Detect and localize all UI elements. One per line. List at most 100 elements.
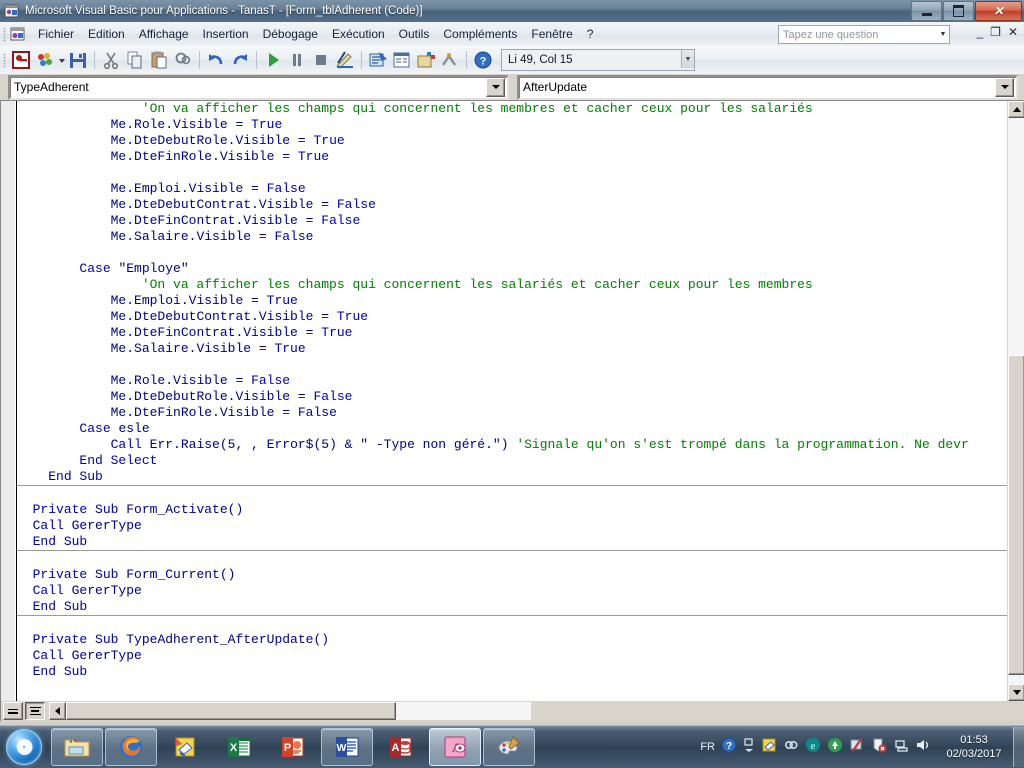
object-selector[interactable]: TypeAdherent bbox=[8, 74, 509, 100]
code-line: 'On va afficher les champs qui concernen… bbox=[141, 101, 813, 116]
vertical-scrollbar[interactable] bbox=[1007, 101, 1024, 701]
antivirus-tray-icon[interactable] bbox=[849, 737, 865, 758]
close-button[interactable]: ✕ bbox=[975, 1, 1022, 21]
taskbar-access-vba[interactable]: A bbox=[429, 728, 481, 766]
taskbar-notes[interactable] bbox=[159, 728, 211, 766]
menu-fenetre[interactable]: Fenêtre bbox=[524, 24, 579, 44]
taskbar-excel[interactable]: X bbox=[213, 728, 265, 766]
menu-execution[interactable]: Exécution bbox=[325, 24, 392, 44]
toolbox-icon[interactable] bbox=[439, 49, 461, 71]
taskbar: X P W A FR ? e 01:53 02/03/2017 bbox=[0, 725, 1024, 768]
notes-tray-icon[interactable] bbox=[761, 737, 777, 758]
show-hidden-icons-chevron[interactable] bbox=[743, 737, 755, 758]
edge-tray-icon[interactable]: e bbox=[805, 737, 821, 758]
code-line: 'On va afficher les champs qui concernen… bbox=[141, 277, 813, 292]
minimize-button[interactable] bbox=[911, 1, 942, 21]
taskbar-powerpoint[interactable]: P bbox=[267, 728, 319, 766]
code-line: Private Sub Form_Current() bbox=[32, 567, 236, 582]
svg-text:e: e bbox=[811, 741, 816, 752]
chevron-down-icon[interactable] bbox=[995, 77, 1014, 97]
view-access-icon[interactable] bbox=[10, 49, 32, 71]
redo-icon[interactable] bbox=[229, 49, 251, 71]
action-center-icon[interactable] bbox=[871, 737, 887, 758]
code-line: Call GererType bbox=[32, 518, 142, 533]
menu-edition[interactable]: Edition bbox=[81, 24, 132, 44]
menu-affichage[interactable]: Affichage bbox=[132, 24, 196, 44]
network-icon[interactable] bbox=[893, 737, 909, 758]
taskbar-access[interactable]: A bbox=[375, 728, 427, 766]
design-mode-icon[interactable] bbox=[334, 49, 356, 71]
updater-tray-icon[interactable] bbox=[827, 737, 843, 758]
show-desktop-button[interactable] bbox=[1013, 727, 1024, 767]
code-line: Me.DteDebutRole.Visible = False bbox=[110, 389, 353, 404]
link-tray-icon[interactable] bbox=[783, 737, 799, 758]
scroll-up-button[interactable] bbox=[1008, 101, 1024, 118]
properties-window-icon[interactable] bbox=[391, 49, 413, 71]
menu-debogage-label: Débogage bbox=[262, 27, 318, 41]
break-icon[interactable] bbox=[286, 49, 308, 71]
menu-affichage-label: Affichage bbox=[138, 27, 189, 41]
help-icon[interactable]: ? bbox=[472, 49, 494, 71]
menu-aide[interactable]: ? bbox=[580, 24, 601, 44]
help-tray-icon[interactable]: ? bbox=[721, 737, 737, 758]
chevron-down-icon[interactable]: ▼ bbox=[937, 27, 949, 42]
margin-indicator-bar[interactable] bbox=[1, 101, 15, 701]
taskbar-clock[interactable]: 01:53 02/03/2017 bbox=[935, 733, 1013, 761]
insert-object-icon[interactable] bbox=[34, 49, 56, 71]
save-icon[interactable] bbox=[67, 49, 89, 71]
run-icon[interactable] bbox=[262, 49, 284, 71]
find-icon[interactable] bbox=[172, 49, 194, 71]
procedure-view-button[interactable] bbox=[3, 702, 23, 720]
paste-icon[interactable] bbox=[148, 49, 170, 71]
procedure-selector[interactable]: AfterUpdate bbox=[517, 74, 1018, 100]
start-button[interactable] bbox=[1, 727, 47, 767]
standard-toolbar: ? Li 49, Col 15 ▼ bbox=[0, 46, 1024, 75]
language-indicator[interactable]: FR bbox=[700, 741, 715, 753]
menu-insertion-label: Insertion bbox=[202, 27, 249, 41]
menu-drag-grip[interactable] bbox=[3, 26, 6, 42]
undo-icon[interactable] bbox=[205, 49, 227, 71]
menu-insertion[interactable]: Insertion bbox=[196, 24, 256, 44]
mdi-restore-button[interactable]: ❐ bbox=[990, 26, 1001, 38]
scroll-left-button[interactable] bbox=[49, 702, 66, 720]
menu-complements[interactable]: Compléments bbox=[436, 24, 524, 44]
vba-project-icon[interactable] bbox=[9, 25, 27, 43]
volume-icon[interactable] bbox=[915, 737, 931, 758]
scroll-down-button[interactable] bbox=[1008, 684, 1024, 701]
maximize-button[interactable] bbox=[943, 1, 974, 21]
taskbar-paint[interactable] bbox=[483, 728, 535, 766]
reset-icon[interactable] bbox=[310, 49, 332, 71]
toolbar-drag-grip[interactable] bbox=[3, 52, 6, 68]
vertical-scroll-thumb[interactable] bbox=[1008, 355, 1024, 675]
horizontal-scroll-thumb[interactable] bbox=[66, 702, 396, 720]
project-explorer-icon[interactable] bbox=[367, 49, 389, 71]
menu-debogage[interactable]: Débogage bbox=[256, 24, 325, 44]
windows-logo-icon bbox=[6, 729, 42, 765]
mdi-close-button[interactable]: ✕ bbox=[1008, 26, 1018, 38]
cut-icon[interactable] bbox=[100, 49, 122, 71]
taskbar-word[interactable]: W bbox=[321, 728, 373, 766]
code-window: TypeAdherent AfterUpdate 'On va afficher… bbox=[0, 74, 1024, 721]
taskbar-firefox[interactable] bbox=[105, 728, 157, 766]
code-line: Me.DteFinRole.Visible = False bbox=[110, 405, 337, 420]
clock-date: 02/03/2017 bbox=[946, 748, 1002, 760]
taskbar-explorer[interactable] bbox=[51, 728, 103, 766]
mdi-minimize-button[interactable]: _ bbox=[976, 26, 983, 38]
code-window-bottom-bar bbox=[1, 701, 1024, 721]
object-browser-icon[interactable] bbox=[415, 49, 437, 71]
chevron-down-icon[interactable] bbox=[486, 77, 505, 97]
object-selector-value: TypeAdherent bbox=[14, 80, 89, 94]
toolbar-resize-grip[interactable]: ▼ bbox=[681, 50, 694, 68]
menu-fichier[interactable]: Fichier bbox=[31, 24, 81, 44]
insert-object-dropdown-icon[interactable] bbox=[57, 49, 66, 71]
menu-outils[interactable]: Outils bbox=[392, 24, 437, 44]
copy-icon[interactable] bbox=[124, 49, 146, 71]
ask-a-question-box[interactable]: Tapez une question ▼ bbox=[778, 25, 950, 44]
code-text-area[interactable]: 'On va afficher les champs qui concernen… bbox=[17, 101, 1007, 701]
full-module-view-button[interactable] bbox=[25, 702, 45, 720]
code-line: Me.DteFinContrat.Visible = False bbox=[110, 213, 361, 228]
horizontal-scrollbar[interactable] bbox=[49, 702, 531, 720]
